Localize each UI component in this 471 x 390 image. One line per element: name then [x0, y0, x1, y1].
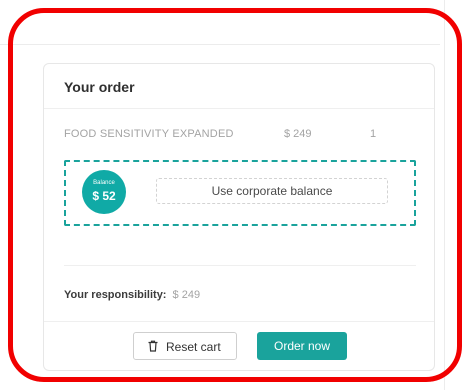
- product-quantity: 1: [370, 128, 377, 140]
- order-item-row: FOOD SENSITIVITY EXPANDED $ 249 1: [64, 128, 424, 144]
- reset-cart-label: Reset cart: [166, 340, 221, 354]
- divider: [44, 321, 434, 322]
- right-divider: [444, 0, 445, 390]
- product-name: FOOD SENSITIVITY EXPANDED: [64, 128, 234, 140]
- responsibility-summary: Your responsibility: $ 249: [64, 289, 200, 301]
- responsibility-label: Your responsibility:: [64, 289, 167, 301]
- trash-icon: [148, 340, 158, 352]
- product-price: $ 249: [284, 128, 312, 140]
- balance-amount: $ 52: [92, 189, 116, 203]
- divider: [64, 265, 416, 266]
- divider: [44, 108, 434, 109]
- order-card-title: Your order: [64, 79, 135, 95]
- top-divider: [0, 44, 440, 45]
- order-now-button[interactable]: Order now: [257, 332, 347, 360]
- balance-caption: Balance: [93, 180, 115, 186]
- use-corporate-balance-button[interactable]: Use corporate balance: [156, 178, 388, 204]
- order-card: Your order FOOD SENSITIVITY EXPANDED $ 2…: [43, 63, 435, 371]
- balance-badge: Balance $ 52: [82, 170, 126, 214]
- reset-cart-button[interactable]: Reset cart: [133, 332, 237, 360]
- corporate-balance-box: Balance $ 52 Use corporate balance: [64, 160, 416, 226]
- responsibility-amount: $ 249: [172, 289, 201, 301]
